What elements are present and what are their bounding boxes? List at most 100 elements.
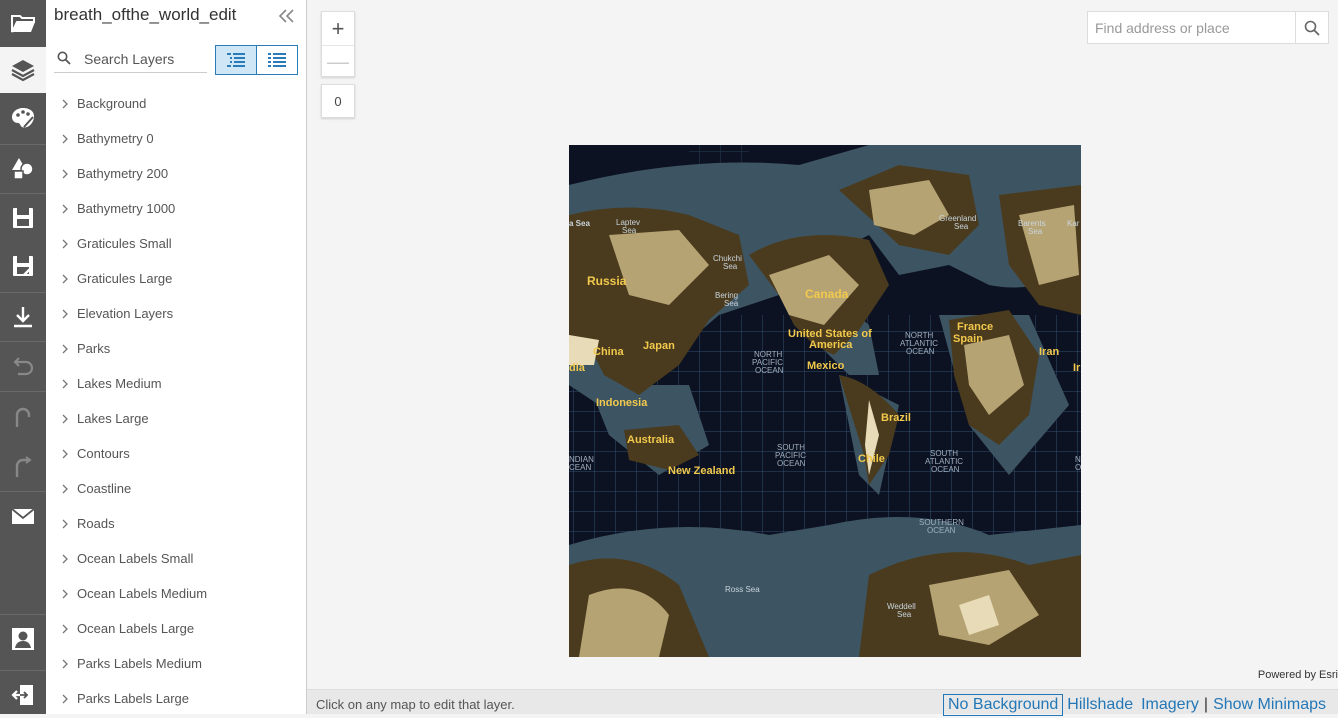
layer-label: Parks Labels Medium <box>77 656 202 671</box>
layer-label: Graticules Large <box>77 271 173 286</box>
chevron-right-icon <box>62 484 68 493</box>
layer-label: Contours <box>77 446 130 461</box>
svg-text:Australia: Australia <box>627 434 675 446</box>
search-layers-input[interactable] <box>84 48 204 70</box>
layer-label: Bathymetry 0 <box>77 131 154 146</box>
layer-label: Parks Labels Large <box>77 691 190 706</box>
svg-text:Ir: Ir <box>1073 362 1081 374</box>
svg-text:Canada: Canada <box>805 287 849 301</box>
layer-label: Ocean Labels Large <box>77 621 195 636</box>
chevron-right-icon <box>62 309 68 318</box>
zoom-out-button[interactable]: — <box>322 45 354 78</box>
status-hint: Click on any map to edit that layer. <box>316 697 515 712</box>
layer-item[interactable]: Graticules Small <box>46 226 306 261</box>
layer-item[interactable]: Graticules Large <box>46 261 306 296</box>
folder-open-icon[interactable] <box>0 0 46 46</box>
layer-item[interactable]: Bathymetry 0 <box>46 121 306 156</box>
download-icon[interactable] <box>0 294 46 340</box>
layer-item[interactable]: Ocean Labels Medium <box>46 576 306 611</box>
attribution: Powered by Esri <box>1257 669 1338 681</box>
svg-text:Sea: Sea <box>897 610 912 619</box>
layer-label: Ocean Labels Small <box>77 551 194 566</box>
chevron-right-icon <box>62 659 68 668</box>
layer-item[interactable]: Bathymetry 200 <box>46 156 306 191</box>
layer-item[interactable]: Ocean Labels Large <box>46 611 306 646</box>
layer-label: Lakes Large <box>77 411 149 426</box>
chevron-right-icon <box>62 169 68 178</box>
zoom-level-display: 0 <box>321 84 355 118</box>
svg-text:Iran: Iran <box>1039 346 1059 358</box>
svg-text:America: America <box>809 339 853 351</box>
show-minimaps-link[interactable]: Show Minimaps <box>1209 696 1330 714</box>
search-icon <box>1304 20 1320 36</box>
save-as-icon[interactable] <box>0 243 46 289</box>
layer-label: Lakes Medium <box>77 376 162 391</box>
palette-icon[interactable] <box>0 95 46 141</box>
svg-text:Sea: Sea <box>622 226 637 235</box>
svg-text:Kar: Kar <box>1067 219 1080 228</box>
svg-text:Spain: Spain <box>953 333 983 345</box>
map-view[interactable]: + — 0 Find address or place a Sea Laptev… <box>307 0 1338 689</box>
address-search-input[interactable] <box>1088 12 1296 43</box>
chevron-right-icon <box>62 519 68 528</box>
layer-label: Coastline <box>77 481 132 496</box>
layer-item[interactable]: Lakes Large <box>46 401 306 436</box>
redo-alt-icon[interactable] <box>0 443 46 489</box>
redo-icon[interactable] <box>0 393 46 439</box>
svg-text:OC: OC <box>1075 463 1081 472</box>
layer-item[interactable]: Parks Labels Large <box>46 681 306 716</box>
layer-item[interactable]: Background <box>46 86 306 121</box>
map-preview[interactable]: a Sea Laptev Sea Greenland Sea Barents S… <box>569 145 1081 657</box>
layer-item[interactable]: Lakes Medium <box>46 366 306 401</box>
svg-text:China: China <box>593 346 624 358</box>
layer-item[interactable]: Coastline <box>46 471 306 506</box>
address-search-button[interactable] <box>1295 12 1328 43</box>
svg-text:New Zealand: New Zealand <box>668 465 735 477</box>
flat-list-view-button[interactable] <box>256 45 298 75</box>
layer-search <box>54 45 207 73</box>
collapse-panel-icon[interactable] <box>276 6 298 26</box>
layer-item[interactable]: Bathymetry 1000 <box>46 191 306 226</box>
chevron-right-icon <box>62 449 68 458</box>
layer-panel: breath_ofthe_world_edit Background Bathym… <box>46 0 307 714</box>
grouped-view-button[interactable] <box>215 45 257 75</box>
svg-text:CEAN: CEAN <box>569 463 591 472</box>
layer-item[interactable]: Parks <box>46 331 306 366</box>
chevron-right-icon <box>62 344 68 353</box>
layer-item[interactable]: Parks Labels Medium <box>46 646 306 681</box>
no-background-link[interactable]: No Background <box>943 694 1064 716</box>
chevron-right-icon <box>62 414 68 423</box>
svg-text:OCEAN: OCEAN <box>755 366 784 375</box>
shapes-icon[interactable] <box>0 145 46 191</box>
svg-text:Chile: Chile <box>858 453 885 465</box>
layer-item[interactable]: Elevation Layers <box>46 296 306 331</box>
user-icon[interactable] <box>0 616 46 662</box>
mail-icon[interactable] <box>0 493 46 539</box>
layer-label: Bathymetry 1000 <box>77 201 176 216</box>
indent-list-icon <box>227 53 245 67</box>
layer-item[interactable]: Roads <box>46 506 306 541</box>
undo-icon[interactable] <box>0 343 46 389</box>
svg-text:France: France <box>957 321 993 333</box>
layers-icon[interactable] <box>0 47 46 93</box>
status-bar: Click on any map to edit that layer. No … <box>307 689 1338 716</box>
hillshade-link[interactable]: Hillshade <box>1063 696 1137 714</box>
svg-text:Russia: Russia <box>587 274 627 288</box>
chevron-right-icon <box>62 694 68 703</box>
chevron-right-icon <box>62 134 68 143</box>
zoom-in-button[interactable]: + <box>322 12 354 45</box>
layer-item[interactable]: Ocean Labels Small <box>46 541 306 576</box>
chevron-right-icon <box>62 379 68 388</box>
tool-rail <box>0 0 46 714</box>
layer-label: Ocean Labels Medium <box>77 586 208 601</box>
address-search <box>1087 11 1329 44</box>
svg-text:a Sea: a Sea <box>569 219 590 228</box>
imagery-link[interactable]: Imagery <box>1137 696 1203 714</box>
save-icon[interactable] <box>0 195 46 241</box>
layer-item[interactable]: Contours <box>46 436 306 471</box>
world-map-image: a Sea Laptev Sea Greenland Sea Barents S… <box>569 145 1081 657</box>
sign-out-icon[interactable] <box>0 672 46 718</box>
layer-label: Roads <box>77 516 115 531</box>
list-icon <box>268 53 286 67</box>
svg-text:Indonesia: Indonesia <box>596 397 648 409</box>
